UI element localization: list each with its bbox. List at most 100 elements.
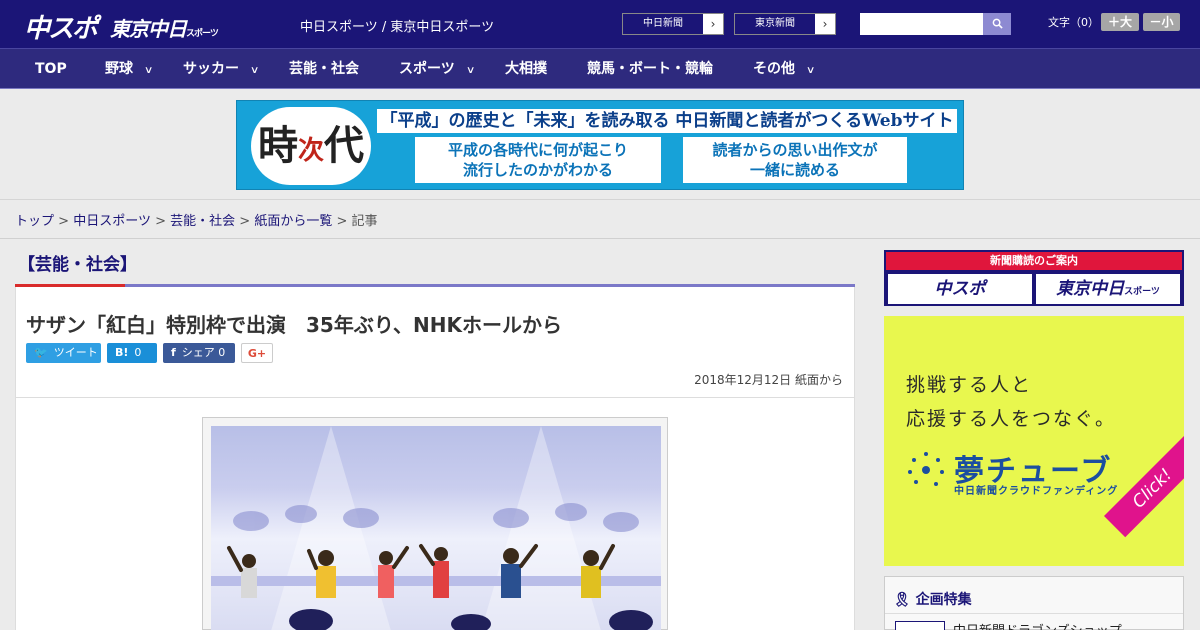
yume-tube-ad[interactable]: 挑戦する人と 応援する人をつなぐ。 夢チューブ 中日新聞クラウドファンディング … [884,316,1184,566]
breadcrumb-sep: > [58,214,70,229]
banner-kanji-1: 時 [257,123,298,169]
feature-item-link[interactable]: 中日新聞ドラゴンズショップ [953,620,1122,630]
facebook-label: シェア [181,346,215,359]
tokyo-shimbun-link[interactable]: 東京新聞 › [734,13,836,35]
breadcrumb: トップ > 中日スポーツ > 芸能・社会 > 紙面から一覧 > 記事 [15,210,378,229]
banner-area: 時次代 「平成」の歴史と「未来」を読み取る 中日新聞と読者がつくるWebサイト … [0,90,1200,200]
chevron-down-icon: ∨ [249,65,260,76]
hatena-icon: B! [115,346,129,359]
divider [0,238,1200,239]
divider [16,397,854,398]
banner-box-right-line1: 読者からの思い出作文が [712,141,878,159]
nav-label: スポーツ [399,61,455,77]
ribbon-icon: 🎗 [893,592,911,608]
article-date: 2018年12月12日 紙面から [694,373,843,387]
banner-box-right-line2: 一緒に読める [749,161,840,179]
twitter-icon: 🐦 [34,346,48,359]
ad-text-line2: 応援する人をつなぐ。 [906,408,1117,430]
ad-brand-sub: 中日新聞クラウドファンディング [954,486,1119,497]
banner-kanji-2: 次 [297,136,324,166]
banner-box-left-line2: 流行したのかがわかる [462,161,613,179]
chevron-right-icon: › [703,14,723,34]
article-card: サザン「紅白」特別枠で出演 35年ぶり、NHKホールから 🐦 ツイート B! 0 f… [15,287,855,630]
nav-label: その他 [753,61,795,77]
breadcrumb-current: 記事 [351,214,378,229]
banner-box-left-line1: 平成の各時代に何が起こり [447,141,628,159]
chunichi-shimbun-link[interactable]: 中日新聞 › [622,13,724,35]
banner-logo: 時次代 [251,107,371,185]
tokyo-chunichi-logo-sub: スポーツ [186,29,219,39]
facebook-icon: f [171,346,176,359]
chunichi-shimbun-label: 中日新聞 [623,14,703,34]
chevron-right-icon: › [815,14,835,34]
google-plus-button[interactable]: G+ [241,343,273,363]
breadcrumb-sep: > [239,214,251,229]
ad-click-ribbon[interactable]: Click! [1104,417,1184,538]
tokyo-chunichi-sports-logo[interactable]: 東京中日スポーツ [110,13,219,42]
category-title: 【芸能・社会】 [18,255,137,275]
jidai-banner[interactable]: 時次代 「平成」の歴史と「未来」を読み取る 中日新聞と読者がつくるWebサイト … [236,100,964,190]
feature-header: 🎗 企画特集 [893,589,972,609]
subscribe-tokyo-chunichi-sub: スポーツ [1124,287,1160,297]
tweet-label: ツイート [53,346,98,359]
nav-top[interactable]: TOP [35,49,67,90]
font-larger-button[interactable]: ＋大 [1101,13,1139,31]
breadcrumb-paper-list[interactable]: 紙面から一覧 [254,214,332,229]
main-nav: TOP 野球 ∨ サッカー ∨ 芸能・社会 スポーツ ∨ 大相撲 競馬・ボート・競輪 … [0,48,1200,89]
chevron-down-icon: ∨ [465,65,476,76]
chevron-down-icon: ∨ [143,65,154,76]
breadcrumb-entertainment[interactable]: 芸能・社会 [170,214,235,229]
banner-headline: 「平成」の歴史と「未来」を読み取る 中日新聞と読者がつくるWebサイト [377,109,957,133]
facebook-share-button[interactable]: f シェア 0 [163,343,235,363]
facebook-count: 0 [218,346,226,359]
search-icon [992,18,1003,29]
tokyo-shimbun-label: 東京新聞 [735,14,815,34]
breadcrumb-sep: > [336,214,348,229]
tokyo-chunichi-logo-text: 東京中日 [110,17,187,41]
font-smaller-button[interactable]: －小 [1143,13,1180,31]
article-title: サザン「紅白」特別枠で出演 35年ぶり、NHKホールから [26,313,563,337]
nav-label: TOP [35,61,67,77]
ad-text-line1: 挑戦する人と [906,374,1033,396]
feature-item-thumbnail[interactable] [895,621,945,630]
breadcrumb-sep: > [155,214,166,229]
chunichi-sports-logo[interactable]: 中スポ [24,8,98,45]
divider [885,613,1183,614]
feature-header-label: 企画特集 [915,592,972,608]
subscribe-tokyo-chunichi-label: 東京中日 [1056,279,1125,299]
hatena-bookmark-button[interactable]: B! 0 [107,343,157,363]
subscription-header: 新聞購読のご案内 [886,252,1182,270]
nav-label: 大相撲 [505,61,547,77]
nav-soccer[interactable]: サッカー ∨ [183,49,260,90]
article-photo-frame [202,417,668,630]
concert-photo-illustration [211,426,661,630]
hatena-count: 0 [134,346,142,359]
nav-sumo[interactable]: 大相撲 [505,49,547,90]
article-photo[interactable] [211,426,661,630]
nav-label: 競馬・ボート・競輪 [587,61,713,77]
nav-label: サッカー [183,61,239,77]
nav-label: 芸能・社会 [289,61,359,77]
nav-label: 野球 [105,61,133,77]
site-title: 中日スポーツ / 東京中日スポーツ [300,20,495,35]
google-plus-icon: G+ [247,347,267,360]
chevron-down-icon: ∨ [805,65,816,76]
search-input[interactable] [860,13,983,35]
nav-baseball[interactable]: 野球 ∨ [105,49,154,90]
breadcrumb-chunichi-sports[interactable]: 中日スポーツ [73,214,151,229]
font-size-label: 文字（0） [1048,16,1099,29]
nav-sports[interactable]: スポーツ ∨ [399,49,476,90]
tweet-button[interactable]: 🐦 ツイート [26,343,101,363]
site-header: 中スポ 東京中日スポーツ 中日スポーツ / 東京中日スポーツ 中日新聞 › 東京… [0,0,1200,48]
yume-tube-logo-icon [908,452,944,486]
nav-entertainment[interactable]: 芸能・社会 [289,49,359,90]
feature-box: 🎗 企画特集 中日新聞ドラゴンズショップ [884,576,1184,630]
nav-other[interactable]: その他 ∨ [753,49,816,90]
subscription-banner: 新聞購読のご案内 中スポ 東京中日スポーツ [884,250,1184,306]
subscribe-tokyo-chunichi-button[interactable]: 東京中日スポーツ [1036,274,1180,304]
banner-box-right: 読者からの思い出作文が 一緒に読める [683,137,907,183]
subscribe-chunichi-sports-button[interactable]: 中スポ [888,274,1032,304]
nav-racing[interactable]: 競馬・ボート・競輪 [587,49,713,90]
breadcrumb-top[interactable]: トップ [15,214,54,229]
search-button[interactable] [983,13,1011,35]
